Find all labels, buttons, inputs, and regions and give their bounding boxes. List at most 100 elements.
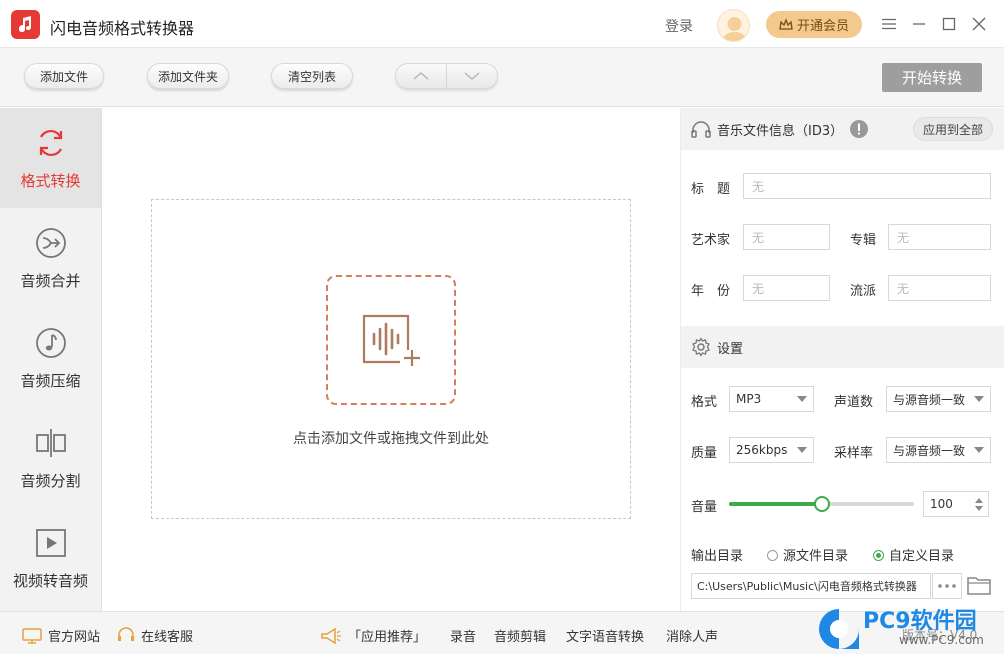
drop-zone[interactable]: 点击添加文件或拖拽文件到此处 [151, 199, 631, 519]
watermark-logo-icon [819, 609, 859, 649]
watermark: PC9软件园 www.PC9.com [815, 603, 1004, 654]
sidebar-item-video-to-audio[interactable]: 视频转音频 [0, 508, 101, 608]
volume-value: 100 [930, 497, 953, 511]
browse-more-button[interactable] [932, 573, 962, 599]
source-dir-label: 源文件目录 [783, 549, 849, 564]
gear-icon [691, 337, 711, 357]
login-link[interactable]: 登录 [665, 16, 693, 36]
radio-unchecked [767, 550, 778, 561]
sidebar: 格式转换 音频合并 音频压缩 音频分割 视频转音频 [0, 108, 102, 611]
watermark-brand: PC9软件园 [863, 609, 977, 634]
genre-label: 流派 [850, 284, 877, 299]
custom-dir-radio[interactable]: 自定义目录 [873, 545, 954, 564]
artist-label: 艺术家 [691, 233, 731, 248]
right-panel: 音乐文件信息（ID3） 应用到全部 标 题 无 艺术家 无 专辑 无 年 份 无… [680, 108, 1004, 611]
title-field[interactable]: 无 [743, 173, 991, 199]
support-label: 在线客服 [141, 630, 194, 645]
megaphone-icon [321, 627, 341, 644]
app-logo [11, 10, 40, 39]
chevron-down-icon [464, 72, 480, 80]
genre-field[interactable]: 无 [888, 275, 991, 301]
minimize-icon[interactable] [909, 14, 929, 34]
artist-field[interactable]: 无 [743, 224, 830, 250]
vip-button[interactable]: 开通会员 [766, 11, 862, 38]
chevron-down-icon [974, 396, 984, 402]
record-link[interactable]: 录音 [450, 626, 476, 645]
recommend-label: 「应用推荐」 [348, 630, 427, 645]
sidebar-item-audio-split[interactable]: 音频分割 [0, 408, 101, 508]
sidebar-item-label: 音频压缩 [20, 371, 81, 390]
clear-list-button[interactable]: 清空列表 [271, 63, 353, 89]
quality-select[interactable]: 256kbps [729, 437, 814, 463]
quality-value: 256kbps [736, 443, 788, 457]
sidebar-item-label: 格式转换 [20, 171, 81, 190]
drop-hint: 点击添加文件或拖拽文件到此处 [293, 431, 489, 447]
add-audio-button[interactable] [326, 275, 456, 405]
close-icon[interactable] [969, 14, 989, 34]
samplerate-select[interactable]: 与源音频一致 [886, 437, 991, 463]
title-label: 标 题 [691, 182, 731, 197]
user-avatar-icon [722, 17, 747, 41]
spin-arrows-icon [975, 498, 983, 511]
channels-select[interactable]: 与源音频一致 [886, 386, 991, 412]
format-select[interactable]: MP3 [729, 386, 814, 412]
volume-slider-handle[interactable] [813, 496, 830, 512]
sidebar-item-format-convert[interactable]: 格式转换 [0, 108, 101, 208]
headphones-icon [691, 120, 711, 138]
add-file-button[interactable]: 添加文件 [24, 63, 104, 89]
chevron-down-icon [797, 447, 807, 453]
settings-title: 设置 [717, 341, 744, 357]
vocal-remove-link[interactable]: 消除人声 [666, 626, 718, 645]
toolbar: 添加文件 添加文件夹 清空列表 开始转换 [0, 48, 1004, 107]
id3-title: 音乐文件信息（ID3） [717, 123, 844, 139]
chevron-up-icon [413, 72, 429, 80]
sidebar-item-label: 音频合并 [20, 271, 81, 290]
sidebar-item-audio-merge[interactable]: 音频合并 [0, 208, 101, 308]
chevron-down-icon [797, 396, 807, 402]
recommend-section: 「应用推荐」 [320, 626, 426, 645]
output-dir-label: 输出目录 [691, 549, 744, 564]
audio-edit-link[interactable]: 音频剪辑 [494, 626, 546, 645]
more-dots-icon [938, 584, 956, 588]
tts-link[interactable]: 文字语音转换 [566, 626, 644, 645]
samplerate-label: 采样率 [834, 446, 874, 461]
sidebar-item-label: 视频转音频 [12, 571, 88, 590]
year-field[interactable]: 无 [743, 275, 830, 301]
website-label: 官方网站 [48, 630, 101, 645]
merge-icon [35, 227, 66, 258]
sidebar-item-audio-compress[interactable]: 音频压缩 [0, 308, 101, 408]
maximize-icon[interactable] [939, 14, 959, 34]
main-area: 点击添加文件或拖拽文件到此处 [103, 108, 680, 611]
settings-section-header: 设置 [681, 326, 1004, 368]
volume-slider[interactable] [729, 496, 914, 512]
crown-icon [779, 17, 793, 30]
add-folder-button[interactable]: 添加文件夹 [147, 63, 229, 89]
start-convert-button[interactable]: 开始转换 [882, 63, 982, 92]
apply-all-button[interactable]: 应用到全部 [912, 117, 993, 141]
avatar[interactable] [717, 9, 750, 42]
app-logo-icon [19, 16, 31, 32]
quality-label: 质量 [691, 446, 718, 461]
move-down-button[interactable] [446, 64, 497, 88]
info-icon[interactable] [849, 119, 869, 139]
move-up-button[interactable] [396, 64, 446, 88]
title-bar: 闪电音频格式转换器 登录 开通会员 [0, 0, 1004, 48]
source-dir-radio[interactable]: 源文件目录 [767, 545, 848, 564]
volume-input[interactable]: 100 [923, 491, 989, 517]
channels-value: 与源音频一致 [893, 392, 966, 407]
menu-icon[interactable] [879, 14, 899, 34]
refresh-icon [39, 129, 62, 156]
album-field[interactable]: 无 [888, 224, 991, 250]
id3-section-header: 音乐文件信息（ID3） 应用到全部 [681, 108, 1004, 150]
open-folder-button[interactable] [967, 575, 991, 599]
volume-slider-fill [729, 502, 822, 506]
samplerate-value: 与源音频一致 [893, 443, 966, 458]
sidebar-item-label: 音频分割 [20, 471, 81, 490]
support-link[interactable]: 在线客服 [117, 626, 193, 645]
output-path-field[interactable]: C:\Users\Public\Music\闪电音频格式转换器 [691, 573, 931, 599]
move-buttons [395, 63, 498, 89]
website-link[interactable]: 官方网站 [22, 626, 100, 645]
folder-icon [967, 577, 991, 595]
video-play-icon [35, 528, 66, 557]
format-value: MP3 [736, 392, 762, 406]
